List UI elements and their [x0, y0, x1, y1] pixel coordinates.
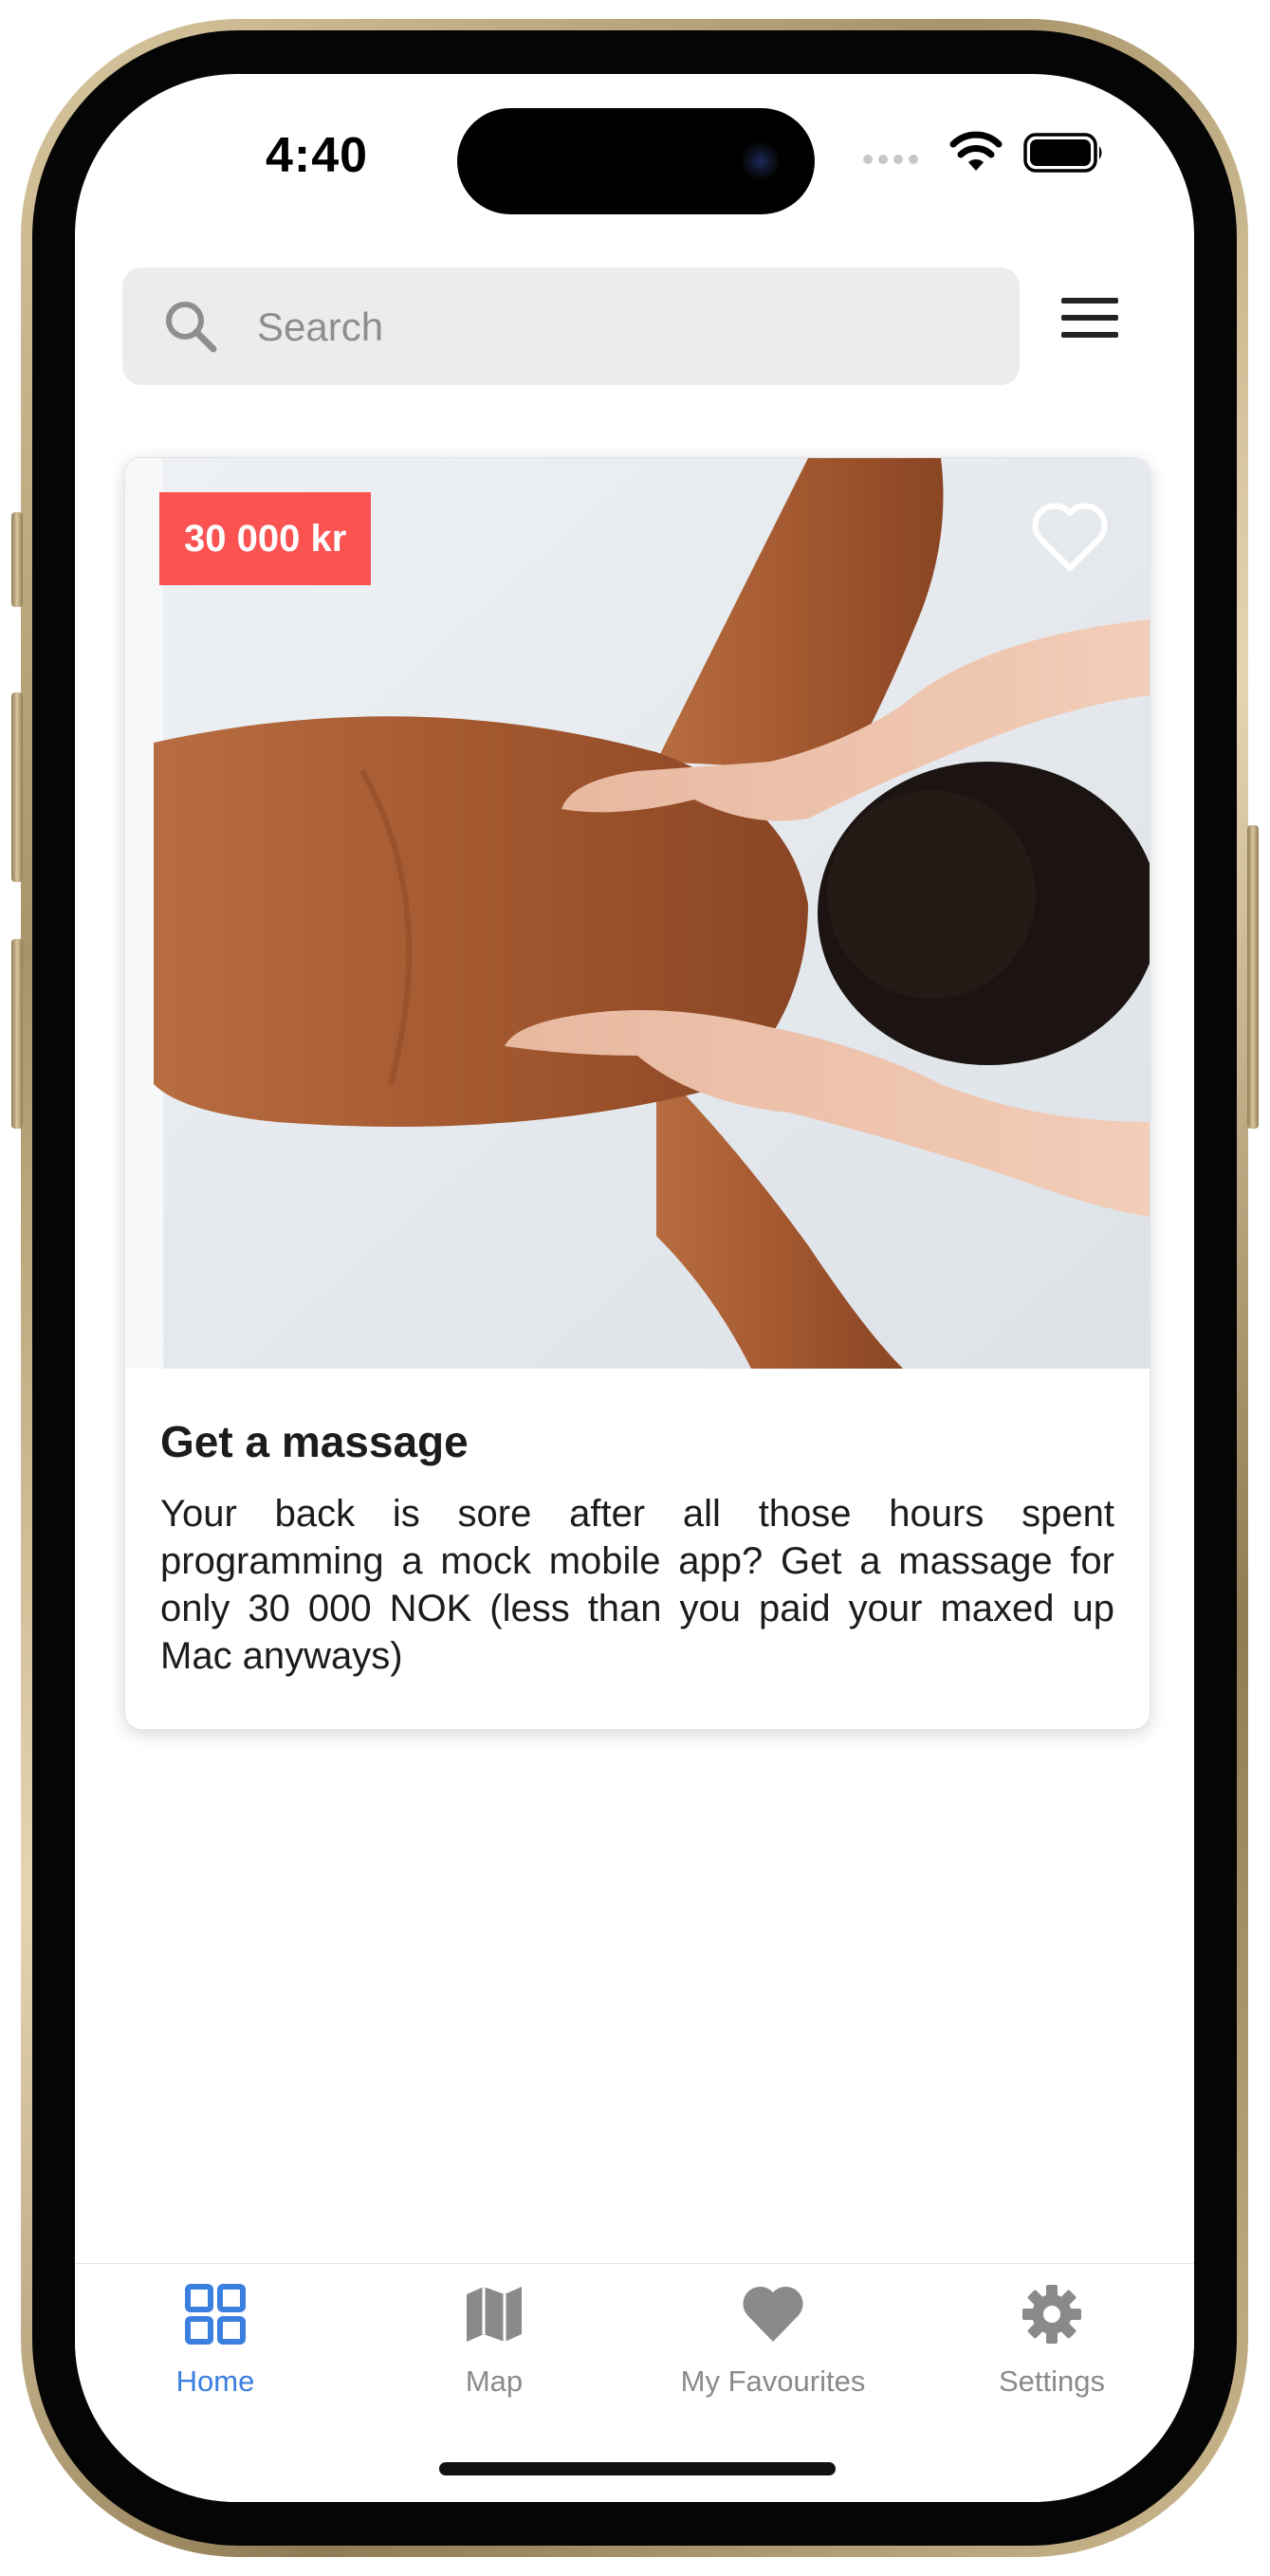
tab-map[interactable]: Map [361, 2283, 627, 2425]
tab-home-label: Home [175, 2364, 255, 2398]
card-title: Get a massage [160, 1417, 469, 1466]
battery-icon [1023, 133, 1102, 173]
dynamic-island [457, 108, 815, 214]
action-button [11, 512, 23, 607]
power-button [1247, 825, 1259, 1129]
camera-lens-icon [742, 142, 780, 180]
gear-icon [1022, 2285, 1081, 2344]
grid-icon [185, 2284, 246, 2345]
tab-settings-label: Settings [998, 2364, 1105, 2398]
search-bar[interactable] [122, 267, 1020, 385]
volume-down-button [11, 939, 23, 1129]
wifi-icon [949, 131, 1003, 171]
tab-my-favourites-label: My Favourites [680, 2364, 866, 2398]
hamburger-menu-icon[interactable] [1061, 298, 1118, 355]
status-icons [862, 131, 1109, 188]
massage-photo [125, 458, 1150, 1369]
home-indicator[interactable] [439, 2462, 836, 2475]
volume-up-button [11, 692, 23, 882]
tab-home[interactable]: Home [83, 2283, 348, 2425]
search-icon [166, 302, 217, 353]
heart-outline-icon[interactable] [1030, 500, 1110, 574]
tab-my-favourites[interactable]: My Favourites [640, 2283, 906, 2425]
map-icon [467, 2287, 522, 2342]
card-description: Your back is sore after all those hours … [160, 1493, 1114, 1677]
signal-icon [863, 155, 918, 164]
app-screen: 4:40 Search 30 000 kr Get a massage Your… [75, 74, 1194, 2502]
offer-card[interactable]: 30 000 kr Get a massage Your back is sor… [124, 457, 1150, 1730]
tab-map-label: Map [465, 2364, 524, 2398]
tab-settings[interactable]: Settings [919, 2283, 1185, 2425]
price-badge: 30 000 kr [159, 492, 372, 585]
heart-icon [743, 2286, 803, 2342]
search-input[interactable] [255, 290, 999, 364]
status-time: 4:40 [265, 128, 369, 183]
